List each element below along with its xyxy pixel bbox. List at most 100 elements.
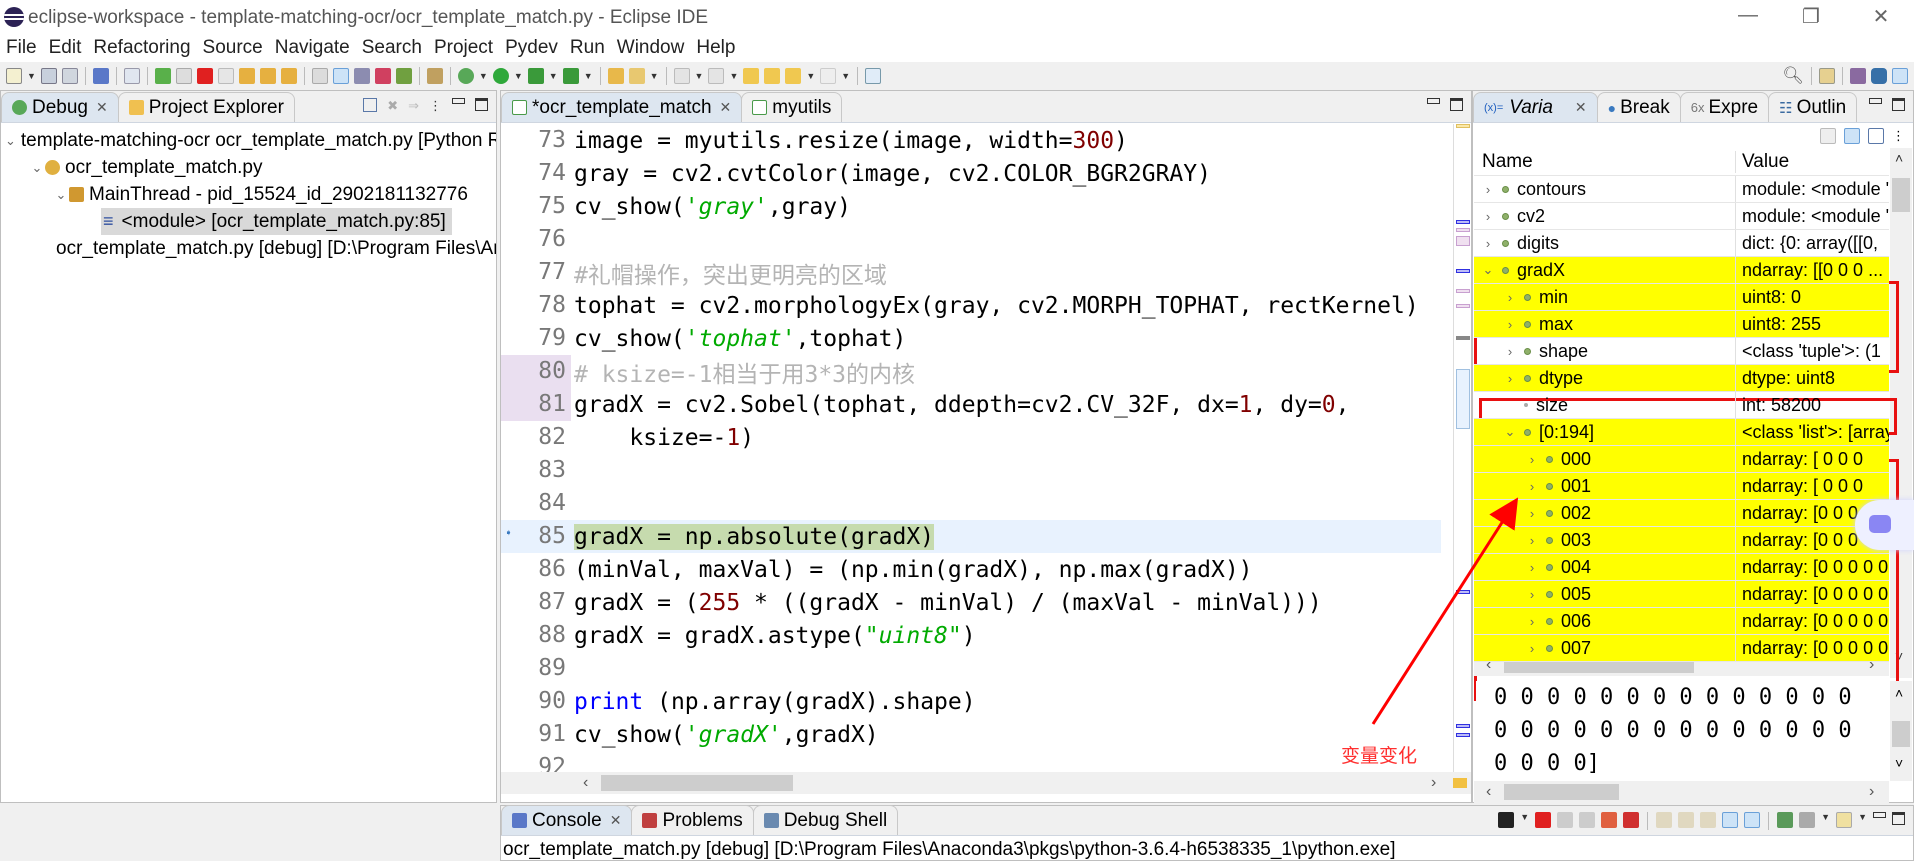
variable-row[interactable]: › 006 ndarray: [0 0 0 0 0 [1474,608,1889,635]
line-number[interactable]: 89 [501,652,571,685]
tree-item-process[interactable]: ⌄ ocr_template_match.py [1,154,496,181]
minimize-view-icon[interactable] [1427,98,1440,104]
skip-breakpoints-icon[interactable] [123,68,140,84]
pin-console-icon[interactable] [1777,812,1794,828]
pydev-icon[interactable] [353,68,370,84]
view-menu-icon[interactable]: ⋮ [1892,128,1905,144]
line-number[interactable]: 92 [501,751,571,772]
chevron-right-icon[interactable]: › [1502,290,1518,305]
menu-edit[interactable]: Edit [49,37,82,59]
variable-detail-pane[interactable]: 0 0 0 0 0 0 0 0 0 0 0 0 0 0 0 0 0 0 0 0 … [1476,681,1891,781]
code-line[interactable]: 92 [501,751,1441,772]
code-line[interactable]: 87 gradX = (255 * ((gradX - minVal) / (ma… [501,586,1441,619]
collapse-all-icon[interactable] [363,98,378,112]
chevron-right-icon[interactable]: › [1524,560,1540,575]
code-line[interactable]: 81 gradX = cv2.Sobel(tophat, ddepth=cv2.C… [501,388,1441,421]
coverage-icon[interactable] [527,68,544,84]
forward-nav-icon[interactable] [785,68,802,84]
terminate-icon[interactable] [1535,812,1552,828]
new-dropdown-icon[interactable]: ▼ [27,71,36,81]
remove-terminated-icon[interactable]: ✖ [387,98,398,114]
tab-expressions[interactable]: 6x Expre [1679,92,1770,122]
line-number[interactable]: 75 [501,190,571,223]
new-icon[interactable] [6,68,22,84]
line-number[interactable]: 84 [501,487,571,520]
detail-horizontal-scrollbar[interactable]: ‹ › [1474,781,1889,803]
chevron-right-icon[interactable]: › [1524,479,1540,494]
disconnect-icon[interactable] [217,68,234,84]
code-line[interactable]: 74 gray = cv2.cvtColor(image, cv2.COLOR_B… [501,157,1441,190]
line-number[interactable]: 79 [501,322,571,355]
tab-outline[interactable]: ☷ Outlin [1768,92,1858,122]
tree-item-stack-frame[interactable]: ≡ <module> [ocr_template_match.py:85] [1,208,496,235]
variable-row[interactable]: › shape <class 'tuple'>: (1 [1474,338,1889,365]
display-dropdown-icon[interactable]: ▼ [1821,812,1830,830]
show-on-stdout-icon[interactable] [1722,812,1739,828]
scrollbar-thumb[interactable] [1892,178,1910,212]
chevron-right-icon[interactable]: › [1524,506,1540,521]
coverage-dropdown-icon[interactable]: ▼ [549,71,558,81]
debug-icon[interactable] [457,68,474,84]
code-area[interactable]: 73 image = myutils.resize(image, width=30… [501,124,1453,772]
tree-item-thread[interactable]: ⌄ MainThread - pid_15524_id_290218113277… [1,181,496,208]
variable-row[interactable]: › dtype dtype: uint8 [1474,365,1889,392]
tab-console[interactable]: Console ✕ [501,805,633,835]
open-perspective-icon[interactable] [1819,68,1835,84]
tab-problems[interactable]: Problems [631,805,754,835]
code-line[interactable]: 86 (minVal, maxVal) = (np.min(gradX), np.… [501,553,1441,586]
menu-run[interactable]: Run [570,37,605,59]
maximize-view-icon[interactable] [1450,98,1463,111]
back-dropdown-icon[interactable]: ▼ [806,71,815,81]
line-number[interactable]: 80 [501,355,571,388]
open-type-icon[interactable] [607,68,624,84]
menu-pydev[interactable]: Pydev [505,37,558,59]
code-line[interactable]: 84 [501,487,1441,520]
chevron-right-icon[interactable]: › [1524,452,1540,467]
menu-window[interactable]: Window [617,37,685,59]
previous-annotation-dropdown-icon[interactable]: ▼ [729,71,738,81]
variable-row[interactable]: › max uint8: 255 [1474,311,1889,338]
scroll-down-icon[interactable]: ˅ [1895,755,1903,771]
tab-debug-shell[interactable]: Debug Shell [752,805,899,835]
chevron-right-icon[interactable]: › [1480,236,1496,251]
code-line[interactable]: 80 # ksize=-1相当于用3*3的内核 [501,355,1441,388]
chevron-right-icon[interactable]: › [1502,344,1518,359]
step-over-icon[interactable] [259,68,276,84]
minimize-view-icon[interactable] [1873,812,1886,818]
line-number[interactable]: 87 [501,586,571,619]
tab-ocr-template-match[interactable]: *ocr_template_match ✕ [501,92,743,122]
line-number[interactable]: 82 [501,421,571,454]
clear-console-icon[interactable] [1656,812,1673,828]
stop-all-icon[interactable] [1623,812,1640,828]
editor-horizontal-scrollbar[interactable]: ‹ › [501,772,1471,794]
drop-to-frame-icon[interactable] [311,68,328,84]
code-line[interactable]: 76 [501,223,1441,256]
scroll-up-icon[interactable]: ˄ [1895,150,1903,166]
console-dropdown-icon[interactable]: ▼ [1520,812,1529,830]
line-number[interactable]: 83 [501,454,571,487]
variable-row[interactable]: › 005 ndarray: [0 0 0 0 0 [1474,581,1889,608]
maximize-view-icon[interactable] [1892,812,1905,825]
chevron-right-icon[interactable]: › [1502,317,1518,332]
chevron-down-icon[interactable]: ⌄ [1480,262,1496,278]
collapse-all-icon[interactable] [1868,128,1884,144]
run-dropdown-icon[interactable]: ▼ [514,71,523,81]
code-line[interactable]: 83 [501,454,1441,487]
line-number[interactable]: 86 [501,553,571,586]
minimize-button[interactable]: — [1733,4,1763,27]
column-name[interactable]: Name [1474,150,1736,173]
tree-item-launch-config[interactable]: ocr_template_match.py [debug] [D:\Progra… [1,235,496,262]
menu-navigate[interactable]: Navigate [275,37,350,59]
line-number[interactable]: 76 [501,223,571,256]
chevron-right-icon[interactable]: › [1502,371,1518,386]
close-tab-icon[interactable]: ✕ [1575,99,1587,116]
variable-row[interactable]: › 002 ndarray: [0 0 0 0 [1474,500,1889,527]
forward-dropdown-icon[interactable]: ▼ [841,71,850,81]
floating-chat-button[interactable] [1855,500,1914,550]
detail-vertical-scrollbar[interactable]: ˄ ˅ [1890,681,1912,781]
scroll-left-icon[interactable]: ‹ [583,774,588,792]
resume-icon[interactable] [154,68,171,84]
maximize-view-icon[interactable] [1892,98,1905,111]
next-annotation-dropdown-icon[interactable]: ▼ [695,71,704,81]
scrollbar-thumb[interactable] [1892,721,1910,747]
